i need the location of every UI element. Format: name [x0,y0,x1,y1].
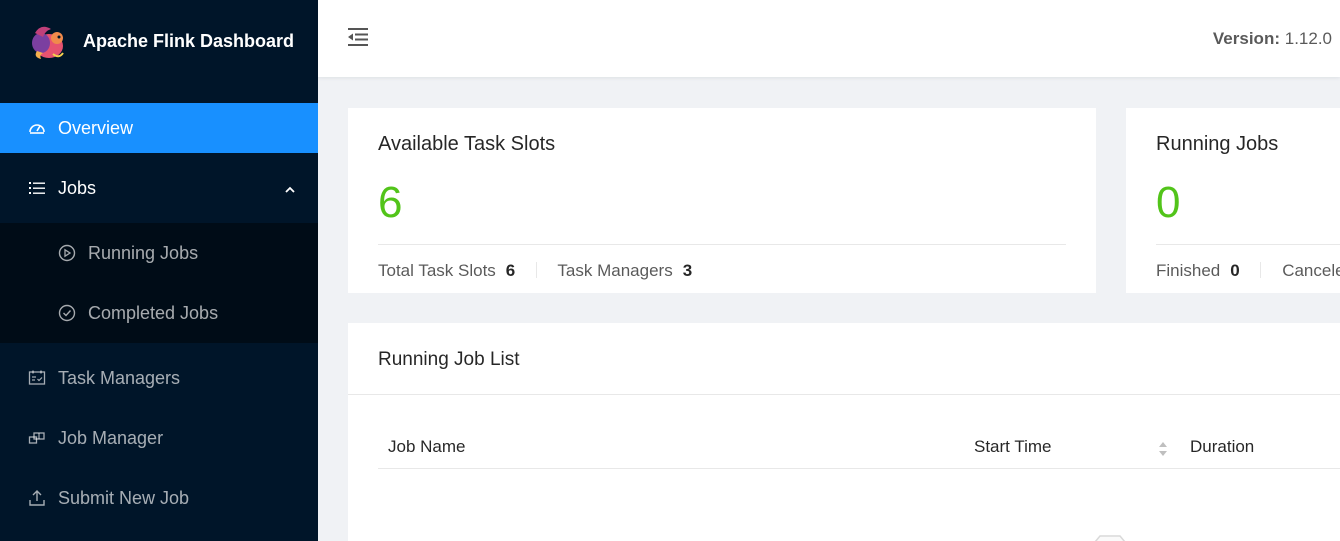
jobs-submenu: Running Jobs Completed Jobs [0,223,318,343]
empty-state-icon [1084,528,1136,541]
sidebar-item-label: Submit New Job [58,487,190,508]
running-job-list-title: Running Job List [378,349,520,370]
sidebar-item-job-manager[interactable]: Job Manager [0,413,318,463]
column-duration[interactable]: Duration [1190,437,1254,457]
divider [348,394,1340,395]
task-slots-value: 6 [378,178,403,227]
sidebar: Apache Flink Dashboard Overview Jobs Run… [0,0,318,541]
task-managers-value: 3 [682,261,693,280]
schedule-icon [28,369,46,387]
upload-icon [28,489,46,507]
running-jobs-title: Running Jobs [1156,133,1279,155]
task-slots-title: Available Task Slots [378,133,556,155]
sidebar-item-task-managers[interactable]: Task Managers [0,353,318,403]
task-slots-card: Available Task Slots 6 Total Task Slots 6… [348,108,1096,293]
sidebar-item-overview[interactable]: Overview [0,103,318,153]
divider [1156,244,1340,245]
finished-value: 0 [1230,261,1240,280]
task-slots-footer: Total Task Slots 6 Task Managers 3 [378,261,692,281]
sidebar-menu: Overview Jobs Running Jobs Completed Job… [0,103,318,533]
canceled-label: Canceled [1282,261,1340,280]
version-label: Version: [1212,29,1280,48]
total-task-slots-label: Total Task Slots [378,261,496,280]
version-info: Version: 1.12.0 [1213,29,1332,49]
sort-icon[interactable] [1158,440,1168,458]
running-job-list-card: Running Job List Job Name Start Time Dur… [348,323,1340,541]
sidebar-item-submit-new-job[interactable]: Submit New Job [0,473,318,523]
finished-label: Finished [1156,261,1221,280]
separator [1260,262,1262,278]
job-table-header: Job Name Start Time Duration [378,427,1340,469]
separator [536,262,537,278]
sidebar-item-completed-jobs[interactable]: Completed Jobs [0,288,318,338]
sidebar-item-label: Jobs [58,177,97,198]
column-start-time[interactable]: Start Time [974,437,1051,457]
sidebar-item-label: Overview [58,117,134,138]
sidebar-item-label: Job Manager [58,427,164,448]
unordered-list-icon [28,179,46,197]
sidebar-item-label: Running Jobs [88,242,199,263]
task-managers-label: Task Managers [557,261,673,280]
menu-fold-icon[interactable] [346,26,372,50]
column-job-name[interactable]: Job Name [388,437,465,457]
sidebar-item-label: Completed Jobs [88,302,219,323]
app-title: Apache Flink Dashboard [83,31,295,51]
total-task-slots-value: 6 [505,261,516,280]
sidebar-item-running-jobs[interactable]: Running Jobs [0,228,318,278]
play-circle-icon [58,244,76,262]
chevron-up-icon [284,180,296,201]
build-icon [28,429,46,447]
version-value: 1.12.0 [1284,29,1332,48]
running-jobs-value: 0 [1156,178,1181,227]
sidebar-item-jobs[interactable]: Jobs [0,163,318,213]
top-header: Version: 1.12.0 [318,0,1340,77]
dashboard-icon [28,119,46,137]
running-jobs-footer: Finished 0 Canceled [1156,261,1340,281]
divider [378,244,1066,245]
check-circle-icon [58,304,76,322]
sidebar-item-label: Task Managers [58,367,181,388]
brand[interactable]: Apache Flink Dashboard [0,0,318,83]
running-jobs-card: Running Jobs 0 Finished 0 Canceled [1126,108,1340,293]
flink-logo-icon [26,20,70,64]
